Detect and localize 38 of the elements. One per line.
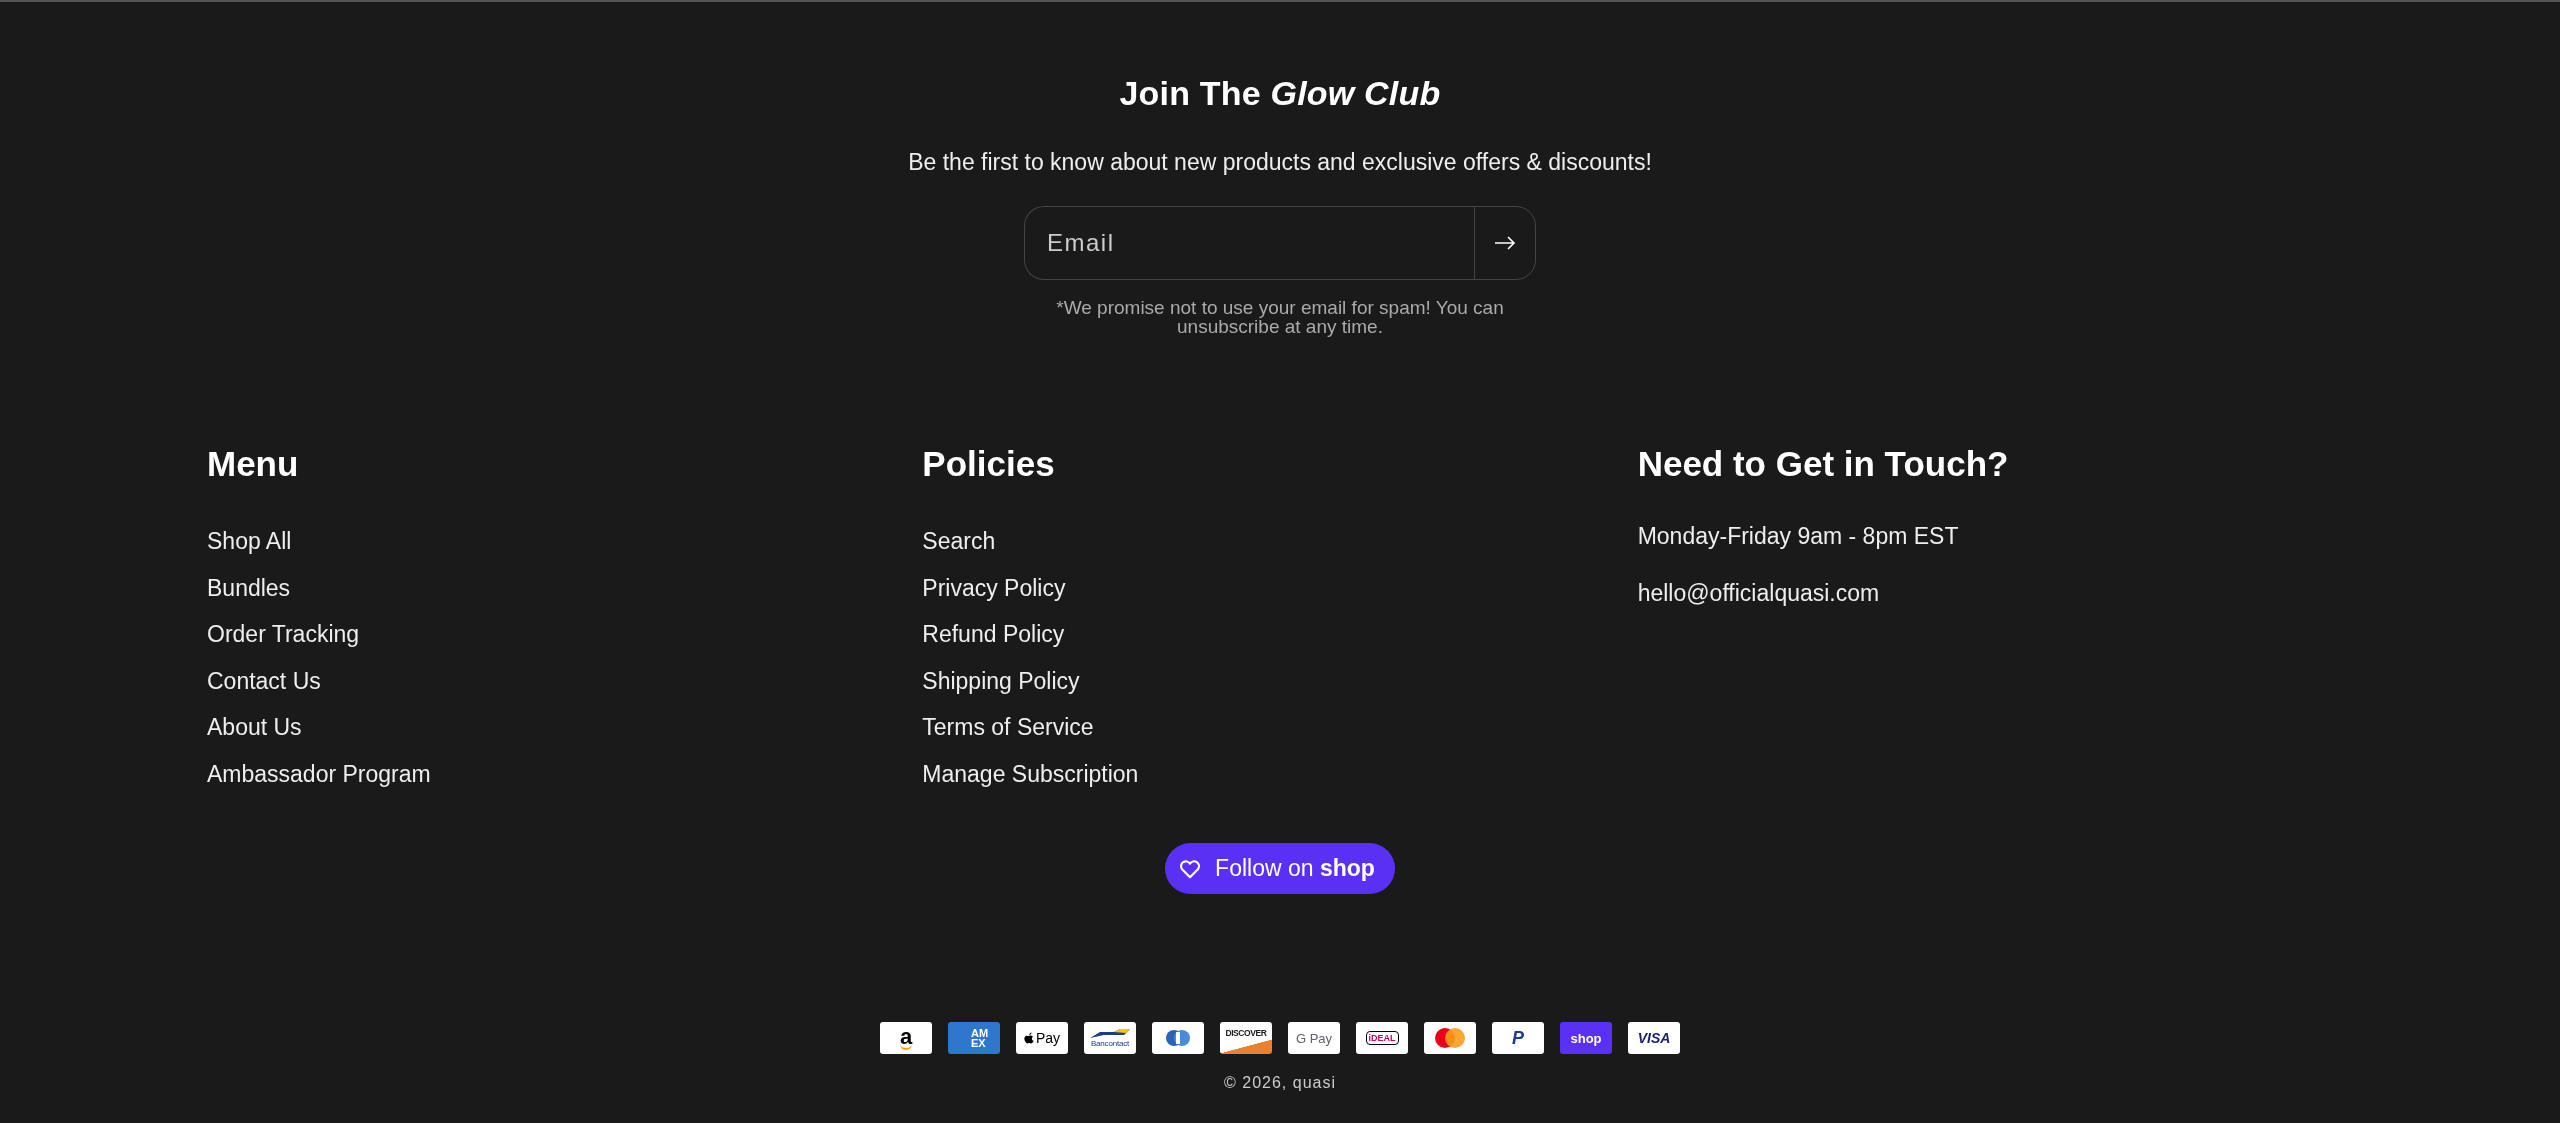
- newsletter-subtitle: Be the first to know about new products and exclusive offers & discounts!: [908, 149, 1652, 176]
- google-pay-icon: G Pay: [1288, 1022, 1340, 1054]
- spam-notice: *We promise not to use your email for spam! You can unsubscribe at any time.: [1055, 298, 1505, 336]
- newsletter-title: Join The Glow Club: [1119, 74, 1441, 113]
- submit-button[interactable]: [1474, 206, 1536, 280]
- column-heading: Menu: [207, 444, 299, 484]
- discover-icon: DISCOVER: [1220, 1022, 1272, 1054]
- diners-club-icon: [1152, 1022, 1204, 1054]
- arrow-right-icon: [1494, 236, 1516, 250]
- footer-link[interactable]: Bundles: [207, 564, 291, 611]
- email-field[interactable]: Email: [1024, 206, 1474, 280]
- contact-info: Monday-Friday 9am - 8pm EST: [1637, 522, 1959, 551]
- visa-icon: VISA: [1628, 1022, 1680, 1054]
- follow-on-shop-button[interactable]: Follow on shop: [1165, 843, 1395, 894]
- shop-pay-icon: shop: [1560, 1022, 1612, 1054]
- ideal-icon: iDEAL: [1356, 1022, 1408, 1054]
- footer-link[interactable]: Privacy Policy: [922, 564, 1066, 611]
- footer-link[interactable]: Search: [922, 518, 996, 565]
- footer-link[interactable]: Refund Policy: [922, 611, 1065, 658]
- copyright-text: © 2026, quasi: [1223, 1074, 1337, 1092]
- heart-icon: [1179, 858, 1202, 879]
- bancontact-icon: Bancontact: [1084, 1022, 1136, 1054]
- footer-link[interactable]: Ambassador Program: [207, 750, 431, 797]
- footer-link[interactable]: Shop All: [207, 518, 292, 565]
- column-heading: Need to Get in Touch?: [1637, 444, 2009, 484]
- amex-icon: AM EX: [948, 1022, 1000, 1054]
- paypal-icon: P: [1492, 1022, 1544, 1054]
- footer-link[interactable]: Order Tracking: [207, 611, 360, 658]
- footer-link[interactable]: Shipping Policy: [922, 657, 1080, 704]
- amazon-icon: a: [880, 1022, 932, 1054]
- column-heading: Policies: [922, 444, 1055, 484]
- footer-link[interactable]: Manage Subscription: [922, 750, 1139, 797]
- footer-link[interactable]: Contact Us: [207, 657, 321, 704]
- footer-link[interactable]: About Us: [207, 704, 302, 751]
- apple-pay-icon: Pay: [1016, 1022, 1068, 1054]
- footer-link[interactable]: Terms of Service: [922, 704, 1094, 751]
- mastercard-icon: [1424, 1022, 1476, 1054]
- contact-info: hello@officialquasi.com: [1637, 579, 1880, 608]
